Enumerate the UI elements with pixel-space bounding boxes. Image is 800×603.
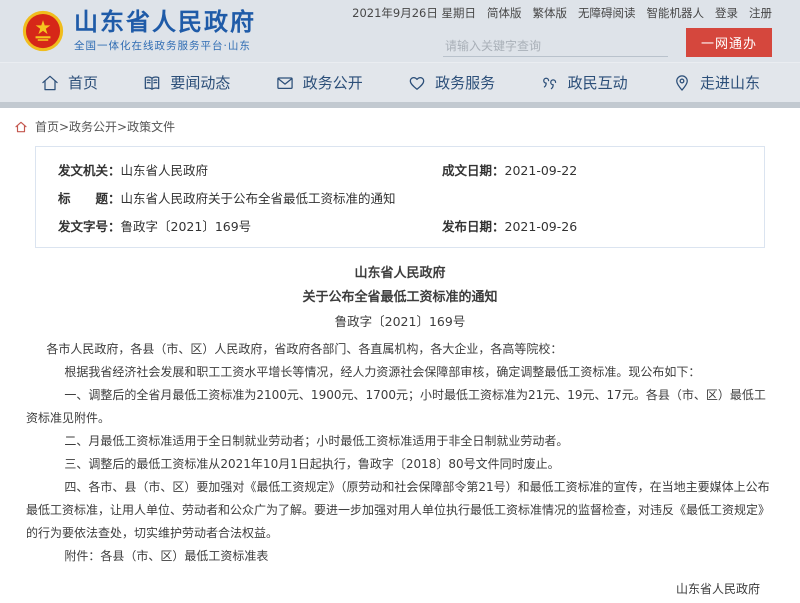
meta-publish-date: 发布日期：2021-09-26 — [442, 216, 742, 235]
paragraph-item-4: 四、各市、县（市、区）要加强对《最低工资规定》（原劳动和社会保障部令第21号）和… — [26, 476, 774, 545]
meta-issuing-org: 发文机关：山东省人民政府 — [58, 160, 442, 179]
document-number: 鲁政字〔2021〕169号 — [26, 310, 774, 334]
home-icon — [40, 73, 60, 93]
meta-value: 山东省人民政府关于公布全省最低工资标准的通知 — [121, 191, 396, 206]
meta-label: 发文机关： — [58, 163, 121, 178]
heart-icon — [407, 73, 427, 93]
site-title: 山东省人民政府 — [74, 9, 256, 35]
meta-value: 2021-09-26 — [505, 219, 578, 234]
nav-item-gov-services[interactable]: 政务服务 — [407, 72, 495, 93]
national-emblem-logo — [22, 10, 64, 52]
meta-value: 鲁政字〔2021〕169号 — [121, 219, 252, 234]
breadcrumb-path: 首页>政务公开>政策文件 — [35, 118, 175, 135]
breadcrumb-home-icon — [14, 120, 28, 134]
paragraph-item-3: 三、调整后的最低工资标准从2021年10月1日起执行，鲁政字〔2018〕80号文… — [26, 453, 774, 476]
meta-value: 2021-09-22 — [505, 163, 578, 178]
document-title: 关于公布全省最低工资标准的通知 — [26, 286, 774, 310]
nav-label: 首页 — [68, 72, 98, 93]
document-org-title: 山东省人民政府 — [26, 262, 774, 286]
document-meta-panel: 发文机关：山东省人民政府 成文日期：2021-09-22 标 题：山东省人民政府… — [35, 146, 765, 248]
nav-label: 政务公开 — [303, 72, 363, 93]
nav-label: 政民互动 — [568, 72, 628, 93]
current-date: 2021年9月26日 星期日 — [352, 5, 476, 21]
nav-label: 走进山东 — [700, 72, 760, 93]
signer: 山东省人民政府 — [26, 578, 760, 601]
meta-label: 发文字号： — [58, 219, 121, 234]
mail-icon — [275, 73, 295, 93]
meta-title: 标 题：山东省人民政府关于公布全省最低工资标准的通知 — [58, 188, 442, 207]
link-simplified-chinese[interactable]: 简体版 — [487, 5, 522, 21]
search-input[interactable] — [443, 36, 668, 57]
meta-written-date: 成文日期：2021-09-22 — [442, 160, 742, 179]
nav-item-enter-shandong[interactable]: 走进山东 — [672, 72, 760, 93]
document-body: 山东省人民政府 关于公布全省最低工资标准的通知 鲁政字〔2021〕169号 各市… — [0, 248, 800, 603]
signature-block: 山东省人民政府 2021年9月22日 （此件公开发布） — [26, 578, 774, 603]
paragraph-item-1: 一、调整后的全省月最低工资标准为2100元、1900元、1700元；小时最低工资… — [26, 384, 774, 430]
link-traditional-chinese[interactable]: 繁体版 — [533, 5, 568, 21]
quote-icon — [540, 73, 560, 93]
one-stop-service-button[interactable]: 一网通办 — [686, 28, 772, 57]
map-pin-icon — [672, 73, 692, 93]
nav-item-public-interaction[interactable]: 政民互动 — [540, 72, 628, 93]
link-smart-robot[interactable]: 智能机器人 — [647, 5, 705, 21]
meta-label: 发布日期： — [442, 219, 505, 234]
meta-label: 成文日期： — [442, 163, 505, 178]
attachment-line: 附件：各县（市、区）最低工资标准表 — [26, 545, 774, 568]
paragraph-intro: 根据我省经济社会发展和职工工资水平增长等情况，经人力资源社会保障部审核，确定调整… — [26, 361, 774, 384]
main-nav: 首页 要闻动态 政务公开 — [0, 62, 800, 102]
site-subtitle: 全国一体化在线政务服务平台·山东 — [74, 38, 256, 53]
link-login[interactable]: 登录 — [715, 5, 738, 21]
link-register[interactable]: 注册 — [749, 5, 772, 21]
paragraph-item-2: 二、月最低工资标准适用于全日制就业劳动者；小时最低工资标准适用于非全日制就业劳动… — [26, 430, 774, 453]
nav-item-news[interactable]: 要闻动态 — [142, 72, 230, 93]
nav-item-home[interactable]: 首页 — [40, 72, 98, 93]
meta-value: 山东省人民政府 — [121, 163, 209, 178]
breadcrumb[interactable]: 首页>政务公开>政策文件 — [0, 108, 800, 142]
link-accessibility[interactable]: 无障碍阅读 — [578, 5, 636, 21]
nav-label: 政务服务 — [435, 72, 495, 93]
site-brand[interactable]: 山东省人民政府 全国一体化在线政务服务平台·山东 — [22, 9, 256, 53]
top-utility-bar: 2021年9月26日 星期日 简体版 繁体版 无障碍阅读 智能机器人 登录 注册 — [352, 5, 772, 21]
nav-label: 要闻动态 — [170, 72, 230, 93]
salutation: 各市人民政府，各县（市、区）人民政府，省政府各部门、各直属机构，各大企业，各高等… — [26, 338, 774, 361]
site-header: 山东省人民政府 全国一体化在线政务服务平台·山东 2021年9月26日 星期日 … — [0, 0, 800, 62]
meta-label: 标 题： — [58, 191, 121, 206]
news-icon — [142, 73, 162, 93]
meta-doc-number: 发文字号：鲁政字〔2021〕169号 — [58, 216, 442, 235]
nav-item-gov-disclosure[interactable]: 政务公开 — [275, 72, 363, 93]
